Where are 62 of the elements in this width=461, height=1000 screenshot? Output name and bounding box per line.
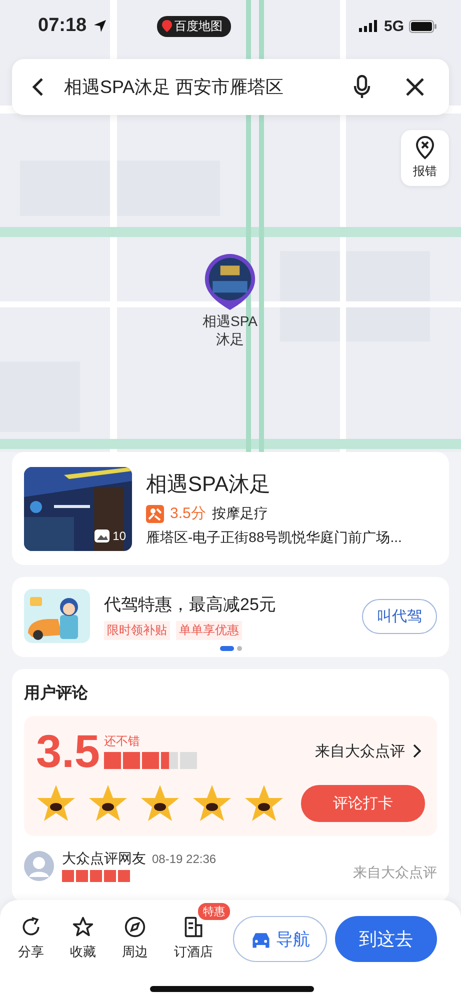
call-driver-button[interactable]: 叫代驾 <box>362 598 437 634</box>
rating-verdict: 还不错 <box>104 733 141 750</box>
building-icon <box>182 916 204 938</box>
place-card[interactable]: 10 相遇SPA沐足 3.5分 按摩足疗 雁塔区-电子正街88号凯悦华庭门前广场... <box>12 452 449 565</box>
star-icon <box>72 916 94 938</box>
promo-tag: 限时领补贴 <box>104 620 170 640</box>
place-category: 按摩足疗 <box>212 504 268 522</box>
marker-label: 沐足 <box>216 330 244 348</box>
place-name: 相遇SPA沐足 <box>146 472 272 498</box>
photo-count: 10 <box>112 528 126 542</box>
navigate-button[interactable]: 导航 <box>233 916 327 962</box>
review-logo-icon <box>146 504 164 522</box>
toolbar-button[interactable]: 分享 <box>18 916 44 961</box>
network-label: 5G <box>384 18 404 34</box>
battery-icon <box>409 20 437 32</box>
pin-icon <box>415 136 435 160</box>
compass-icon <box>124 916 146 938</box>
go-here-button[interactable]: 到这去 <box>335 916 437 962</box>
pin-icon <box>162 20 172 32</box>
star-icon[interactable] <box>36 784 76 822</box>
rating-score: 3.5分 <box>170 504 206 523</box>
star-icon <box>122 752 140 769</box>
close-icon[interactable] <box>405 77 425 97</box>
star-icon[interactable] <box>244 784 284 822</box>
car-icon <box>250 930 272 948</box>
promo-badge: 特惠 <box>198 903 230 920</box>
report-error-button[interactable]: 报错 <box>401 130 449 186</box>
back-icon[interactable] <box>32 77 44 97</box>
review-source: 来自大众点评 <box>353 864 437 882</box>
review-checkin-button[interactable]: 评论打卡 <box>301 784 425 822</box>
promo-card[interactable]: 代驾特惠，最高减25元 限时领补贴 单单享优惠 叫代驾 <box>12 577 449 657</box>
signal-icon <box>358 20 379 32</box>
place-marker[interactable] <box>203 252 257 312</box>
star-icon <box>104 752 121 769</box>
share-icon <box>20 916 42 938</box>
star-icon <box>118 870 130 882</box>
avatar-icon <box>24 851 54 881</box>
back-to-app-button[interactable]: 百度地图 <box>156 16 231 36</box>
section-title: 用户评论 <box>24 683 89 704</box>
star-icon <box>142 752 159 769</box>
place-address: 雁塔区-电子正街88号凯悦华庭门前广场... <box>146 529 402 547</box>
marker-label: 相遇SPA <box>202 312 258 330</box>
toolbar-button[interactable]: 收藏 <box>70 916 96 961</box>
star-icon <box>76 870 88 882</box>
star-icon <box>90 870 102 882</box>
star-icon[interactable] <box>88 784 128 822</box>
promo-title: 代驾特惠，最高减25元 <box>104 594 276 616</box>
source-link[interactable]: 来自大众点评 <box>315 742 405 760</box>
promo-tag: 单单享优惠 <box>176 620 242 640</box>
status-time: 07:18 <box>38 15 87 37</box>
chevron-icon[interactable] <box>413 744 421 758</box>
location-arrow-icon <box>92 19 107 33</box>
star-icon[interactable] <box>192 784 232 822</box>
rating-score: 3.5 <box>36 726 100 776</box>
star-icon <box>62 870 74 882</box>
star-icon[interactable] <box>140 784 180 822</box>
toolbar-button[interactable]: 周边 <box>122 916 148 961</box>
review-time: 08-19 22:36 <box>152 852 216 866</box>
reviewer-name: 大众点评网友 <box>62 850 146 868</box>
microphone-icon[interactable] <box>353 75 371 99</box>
star-icon <box>104 870 116 882</box>
search-field[interactable]: 相遇SPA沐足 西安市雁塔区 <box>12 59 449 115</box>
